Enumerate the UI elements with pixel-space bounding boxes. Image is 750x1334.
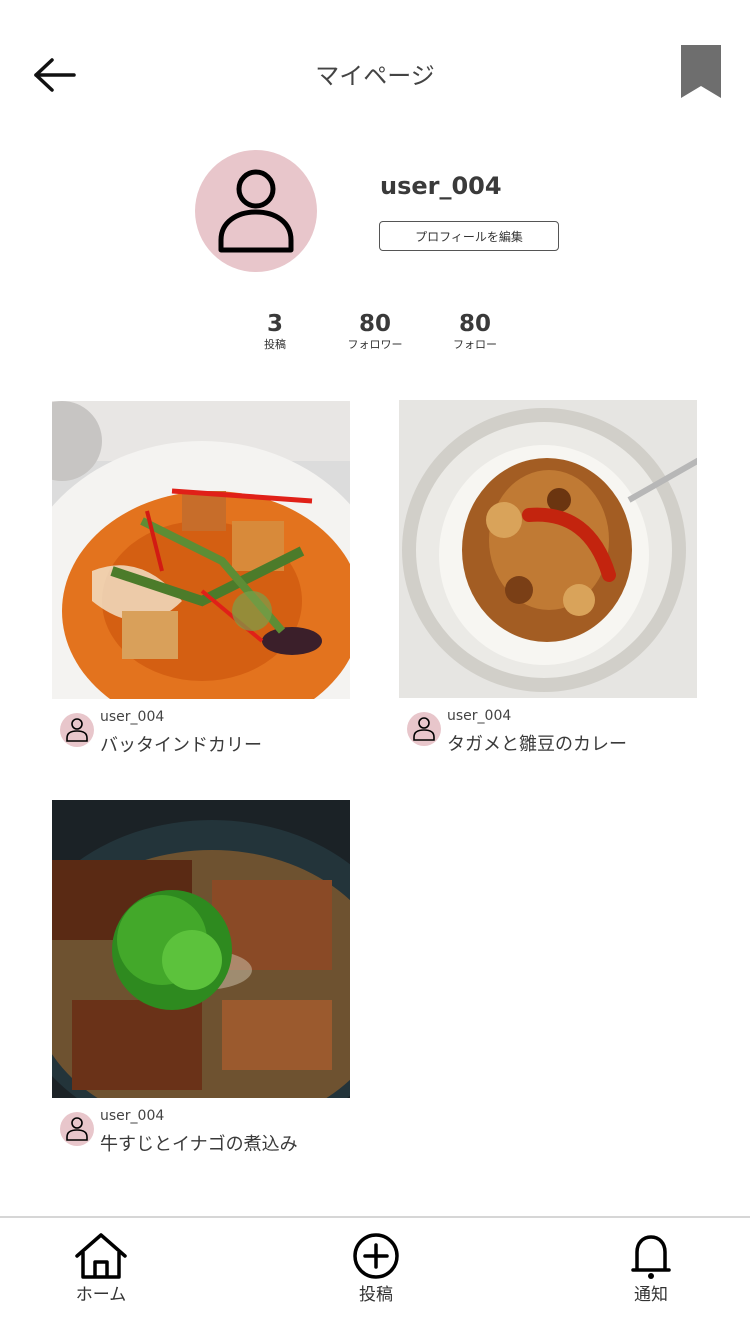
bookmark-icon: [681, 45, 721, 98]
stat-following[interactable]: 80 フォロー: [425, 310, 525, 352]
post-image[interactable]: [52, 800, 350, 1098]
post-author-name[interactable]: user_004: [100, 709, 164, 725]
person-icon: [66, 1117, 88, 1141]
post-card[interactable]: user_004 牛すじとイナゴの煮込み: [52, 800, 350, 1158]
edit-profile-button[interactable]: プロフィールを編集: [379, 221, 559, 251]
post-author-name[interactable]: user_004: [447, 708, 511, 724]
post-card[interactable]: user_004 タガメと雛豆のカレー: [399, 400, 697, 758]
post-author-avatar[interactable]: [60, 713, 94, 747]
plus-circle-icon: [353, 1233, 399, 1279]
stat-followers-label: フォロワー: [347, 338, 403, 351]
nav-notifications-label: 通知: [634, 1285, 668, 1305]
post-author-avatar[interactable]: [407, 712, 441, 746]
bookmark-button[interactable]: [680, 44, 722, 100]
person-icon: [413, 717, 435, 741]
stat-posts-label: 投稿: [264, 338, 286, 351]
stat-followers[interactable]: 80 フォロワー: [325, 310, 425, 352]
nav-notifications[interactable]: 通知: [596, 1232, 706, 1305]
profile-username: user_004: [380, 172, 502, 200]
profile-avatar: [195, 150, 317, 272]
post-image[interactable]: [399, 400, 697, 698]
post-author-avatar[interactable]: [60, 1112, 94, 1146]
page-title: マイページ: [315, 62, 435, 90]
nav-home[interactable]: ホーム: [46, 1232, 156, 1305]
post-card[interactable]: user_004 バッタインドカリー: [52, 401, 350, 759]
stat-followers-count: 80: [358, 311, 391, 337]
post-title[interactable]: バッタインドカリー: [100, 731, 262, 757]
stat-posts[interactable]: 3 投稿: [225, 310, 325, 352]
post-image[interactable]: [52, 401, 350, 699]
stat-posts-count: 3: [266, 311, 283, 337]
bottom-nav: ホーム 投稿 通知: [0, 1216, 750, 1334]
home-icon: [75, 1233, 127, 1279]
nav-post[interactable]: 投稿: [321, 1232, 431, 1305]
nav-post-label: 投稿: [359, 1285, 393, 1305]
post-title[interactable]: タガメと雛豆のカレー: [447, 730, 627, 756]
bell-icon: [631, 1235, 671, 1279]
post-author-name[interactable]: user_004: [100, 1108, 164, 1124]
person-icon: [218, 169, 294, 253]
post-title[interactable]: 牛すじとイナゴの煮込み: [100, 1130, 298, 1156]
stat-following-count: 80: [458, 311, 491, 337]
stat-following-label: フォロー: [453, 338, 497, 351]
nav-home-label: ホーム: [75, 1285, 127, 1305]
person-icon: [66, 718, 88, 742]
